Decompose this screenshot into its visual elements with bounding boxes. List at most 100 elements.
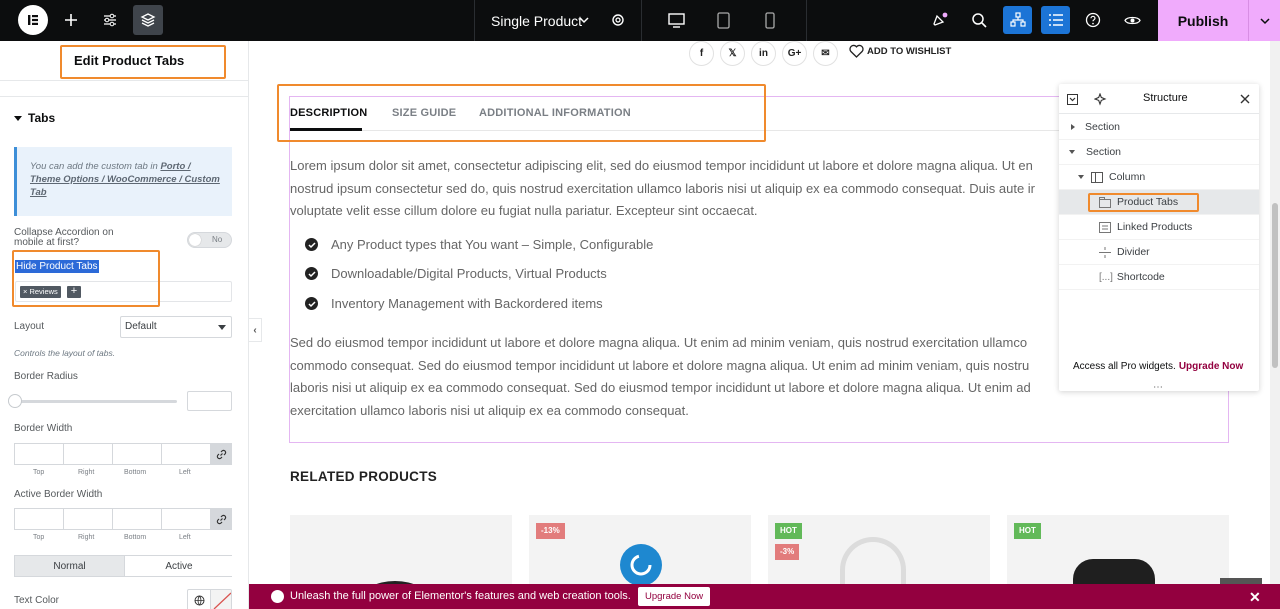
dim-label-top: Top [33, 534, 45, 541]
collapse-all-icon[interactable] [1067, 94, 1078, 105]
banner-message: Unleash the full power of Elementor's fe… [290, 590, 631, 602]
text-color-label: Text Color [14, 595, 60, 606]
layers-icon[interactable] [133, 5, 163, 35]
document-title[interactable]: Single Product [491, 13, 582, 29]
section-toggle-tabs[interactable]: Tabs [14, 111, 55, 125]
description-paragraph-line: commodo consequat. Sed do eiusmod tempor… [290, 357, 1030, 373]
toggle-label: No [212, 235, 223, 244]
active-border-top-input[interactable] [14, 508, 63, 530]
layout-select[interactable]: Default [120, 316, 232, 338]
tab-size-guide[interactable]: SIZE GUIDE [392, 107, 456, 119]
divider [0, 96, 248, 97]
x-twitter-icon[interactable]: 𝕏 [720, 41, 745, 66]
close-icon[interactable]: ✕ [1249, 589, 1261, 606]
structure-item-linked-products[interactable]: Linked Products [1059, 215, 1259, 240]
tablet-icon[interactable] [708, 5, 738, 35]
heart-icon [849, 44, 864, 58]
google-plus-icon[interactable]: G+ [782, 41, 807, 66]
reviews-tag[interactable]: × Reviews [20, 286, 61, 298]
promo-banner: Unleash the full power of Elementor's fe… [249, 584, 1280, 609]
add-to-wishlist-link[interactable]: ADD TO WISHLIST [849, 44, 951, 58]
elementor-logo-icon[interactable] [18, 5, 48, 35]
check-circle-icon [305, 297, 318, 310]
structure-item-label: Shortcode [1116, 271, 1165, 283]
upgrade-now-button[interactable]: Upgrade Now [638, 587, 711, 606]
add-tag-button[interactable]: + [67, 286, 81, 298]
active-border-width-label: Active Border Width [14, 489, 103, 500]
shortcode-widget-icon: [...] [1099, 271, 1113, 283]
structure-item-column[interactable]: Column [1059, 165, 1259, 190]
empty-color-swatch-icon[interactable] [210, 590, 231, 609]
structure-title: Structure [1143, 92, 1188, 104]
link-icon[interactable] [210, 508, 232, 530]
tab-description[interactable]: DESCRIPTION [290, 107, 367, 119]
active-border-width-dimensions [14, 508, 232, 530]
sale-badge: -13% [536, 523, 565, 539]
structure-item-label: Product Tabs [1117, 196, 1179, 208]
link-icon[interactable] [210, 443, 232, 465]
navigator-icon[interactable] [1041, 6, 1070, 34]
search-icon[interactable] [964, 5, 994, 35]
border-width-right-input[interactable] [63, 443, 112, 465]
border-width-left-input[interactable] [161, 443, 210, 465]
canvas-scrollbar[interactable] [1270, 41, 1280, 584]
publish-options-chevron-icon[interactable] [1248, 0, 1280, 41]
ai-sparkle-icon[interactable] [1094, 93, 1107, 106]
border-width-dimensions [14, 443, 232, 465]
hot-badge: HOT [1014, 523, 1041, 539]
resize-handle-icon[interactable]: ⋯ [1153, 382, 1163, 393]
active-border-left-input[interactable] [161, 508, 210, 530]
list-item-text: Downloadable/Digital Products, Virtual P… [331, 266, 607, 281]
add-icon[interactable] [56, 5, 86, 35]
tab-additional-information[interactable]: ADDITIONAL INFORMATION [479, 107, 631, 119]
notification-icon[interactable] [925, 5, 955, 35]
hide-tabs-select[interactable]: × Reviews + [15, 281, 232, 302]
structure-item-shortcode[interactable]: [...] Shortcode [1059, 265, 1259, 290]
structure-item-section[interactable]: Section [1059, 115, 1259, 140]
list-item: Inventory Management with Backordered it… [305, 296, 603, 311]
linkedin-icon[interactable]: in [751, 41, 776, 66]
dim-label-right: Right [78, 534, 95, 541]
description-paragraph-line: Lorem ipsum dolor sit amet, consectetur … [290, 158, 1033, 173]
scrollbar-thumb[interactable] [1272, 203, 1278, 368]
caret-down-icon [14, 116, 22, 122]
gear-icon[interactable] [603, 5, 633, 35]
structure-item-divider[interactable]: Divider [1059, 240, 1259, 265]
settings-sliders-icon[interactable] [95, 5, 125, 35]
facebook-icon[interactable]: f [689, 41, 714, 66]
help-icon[interactable] [1078, 5, 1108, 35]
globe-icon[interactable] [194, 595, 205, 606]
publish-button[interactable]: Publish [1158, 0, 1248, 41]
active-border-right-input[interactable] [63, 508, 112, 530]
slider-handle[interactable] [8, 394, 22, 408]
dropdown-arrow-icon [218, 325, 226, 330]
upgrade-link[interactable]: Upgrade Now [1179, 361, 1243, 372]
products-widget-icon [1099, 221, 1111, 233]
footer-text: Access all Pro widgets. [1073, 361, 1176, 372]
structure-icon[interactable] [1003, 6, 1032, 34]
list-item-text: Any Product types that You want – Simple… [331, 237, 654, 252]
collapse-accordion-toggle[interactable]: No [187, 232, 232, 248]
mobile-icon[interactable] [755, 5, 785, 35]
structure-item-label: Linked Products [1117, 221, 1193, 233]
desktop-icon[interactable] [661, 5, 691, 35]
description-paragraph-line: Sed do eiusmod tempor incididunt ut labo… [290, 335, 1028, 350]
tab-active[interactable]: Active [124, 556, 233, 576]
border-radius-input[interactable] [187, 391, 232, 411]
dim-label-bottom: Bottom [124, 534, 147, 541]
tab-normal[interactable]: Normal [15, 556, 124, 576]
border-radius-slider[interactable] [14, 400, 177, 403]
text-color-picker[interactable] [187, 589, 232, 609]
chevron-down-icon[interactable] [578, 14, 590, 26]
border-width-top-input[interactable] [14, 443, 63, 465]
info-notice: You can add the custom tab in Porto / Th… [14, 147, 232, 216]
description-paragraph-line: nostrud ipsum consectetur sed do, quis n… [290, 180, 1036, 196]
dim-label-right: Right [78, 469, 95, 476]
close-icon[interactable] [1240, 94, 1250, 104]
preview-eye-icon[interactable] [1117, 5, 1147, 35]
structure-item-section[interactable]: Section [1059, 140, 1259, 165]
active-border-bottom-input[interactable] [112, 508, 161, 530]
structure-item-product-tabs[interactable]: Product Tabs [1059, 190, 1259, 215]
border-width-bottom-input[interactable] [112, 443, 161, 465]
email-icon[interactable]: ✉ [813, 41, 838, 66]
